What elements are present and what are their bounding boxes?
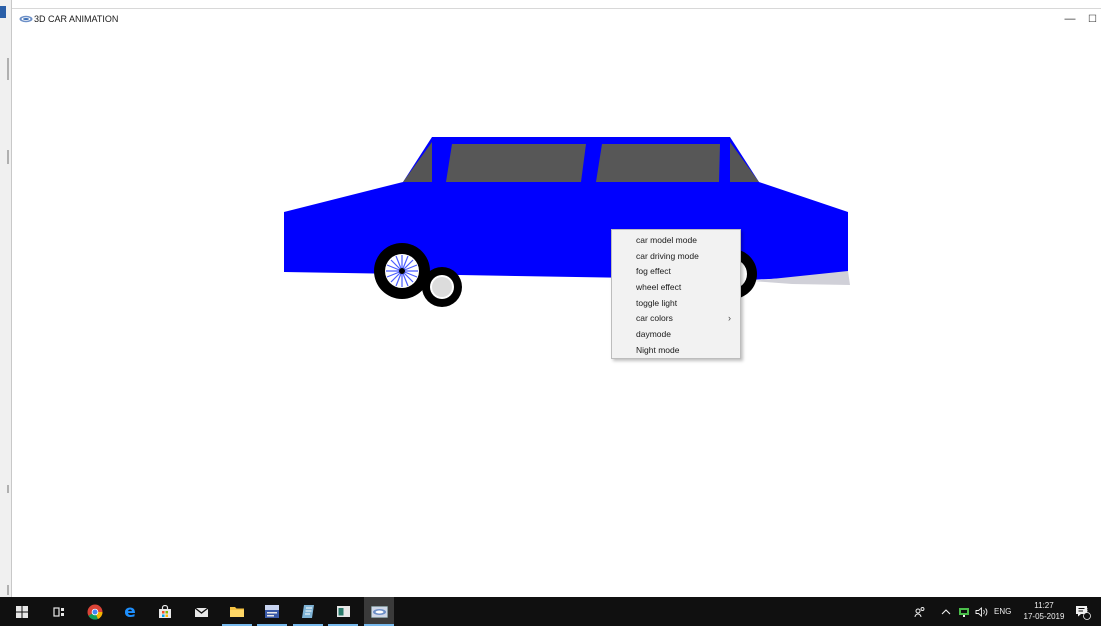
store-button[interactable] (150, 597, 180, 626)
car-app-icon (19, 15, 33, 23)
clock[interactable]: 11:27 17-05-2019 (1018, 600, 1070, 622)
speaker-icon (975, 606, 988, 617)
folder-icon (230, 607, 244, 617)
scroll-mark (7, 585, 9, 595)
mail-icon (194, 606, 208, 617)
taskbar: e ENG 11:27 17-05-2019 3 (0, 597, 1101, 626)
devcpp-button[interactable] (257, 597, 287, 626)
render-canvas[interactable]: car model mode car driving mode fog effe… (12, 31, 1101, 598)
notes-button[interactable] (293, 597, 323, 626)
menu-item-label: car driving mode (636, 250, 699, 261)
start-button[interactable] (7, 597, 37, 626)
notification-center-button[interactable]: 3 (1075, 597, 1091, 626)
mail-button[interactable] (186, 597, 216, 626)
menu-item-wheel-effect[interactable]: wheel effect (612, 280, 740, 296)
show-hidden-icons-button[interactable] (941, 597, 951, 626)
menu-item-night-mode[interactable]: Night mode (612, 343, 740, 359)
menu-item-daymode[interactable]: daymode (612, 327, 740, 343)
submenu-arrow-icon: › (728, 313, 731, 324)
window-title: 3D CAR ANIMATION (34, 14, 119, 24)
edge-button[interactable]: e (115, 597, 145, 626)
chevron-up-icon (941, 608, 951, 614)
car-window-2 (596, 144, 720, 182)
task-view-icon (53, 606, 64, 617)
car-window-1 (446, 144, 586, 182)
menu-item-label: car model mode (636, 235, 697, 245)
notification-icon (1076, 605, 1091, 620)
menu-item-label: toggle light (636, 297, 678, 308)
console-icon (336, 606, 350, 617)
chrome-button[interactable] (80, 597, 110, 626)
menu-item-car-driving-mode[interactable]: car driving mode (612, 249, 740, 265)
store-icon (159, 604, 171, 618)
network-icon (959, 607, 969, 617)
clock-date: 17-05-2019 (1023, 612, 1065, 621)
notification-count-badge: 3 (1084, 607, 1088, 614)
minimize-button[interactable]: — (1058, 11, 1082, 29)
title-bar[interactable]: 3D CAR ANIMATION — ☐ (12, 9, 1101, 31)
car-scene (284, 137, 850, 307)
menu-item-label: daymode (636, 329, 671, 340)
volume-button[interactable] (975, 597, 988, 626)
windows-logo-icon (16, 605, 28, 618)
maximize-button[interactable]: ☐ (1088, 11, 1101, 29)
menu-item-label: car colors (636, 313, 673, 324)
menu-item-car-colors[interactable]: car colors › (612, 311, 740, 327)
task-view-button[interactable] (45, 597, 75, 626)
scroll-mark (7, 58, 9, 80)
background-window-edge (0, 0, 12, 597)
menu-item-label: fog effect (636, 266, 671, 277)
app-window: 3D CAR ANIMATION — ☐ car model mode car … (12, 8, 1101, 598)
clock-time: 11:27 (1034, 601, 1054, 610)
menu-item-label: wheel effect (636, 282, 682, 293)
car-app-icon (370, 605, 388, 618)
car-animation-button[interactable] (364, 597, 394, 626)
desktop-screen: 3D CAR ANIMATION — ☐ car model mode car … (0, 0, 1101, 626)
chrome-icon (87, 604, 103, 620)
front-wheel (374, 243, 430, 299)
language-indicator[interactable]: ENG (994, 597, 1011, 626)
people-icon (914, 606, 925, 617)
file-explorer-button[interactable] (222, 597, 252, 626)
console-button[interactable] (328, 597, 358, 626)
background-app-icon (0, 6, 6, 18)
people-button[interactable] (914, 597, 926, 626)
menu-item-fog-effect[interactable]: fog effect (612, 264, 740, 280)
car-body (284, 182, 848, 280)
menu-item-car-model-mode[interactable]: car model mode (612, 233, 740, 249)
context-menu: car model mode car driving mode fog effe… (611, 229, 741, 359)
scroll-mark (7, 150, 9, 164)
devcpp-icon (265, 605, 279, 618)
network-button[interactable] (958, 597, 970, 626)
menu-item-toggle-light[interactable]: toggle light (612, 296, 740, 312)
menu-item-label: Night mode (636, 344, 680, 355)
scroll-mark (7, 485, 9, 493)
edge-icon: e (124, 601, 136, 622)
notes-icon (302, 605, 314, 618)
